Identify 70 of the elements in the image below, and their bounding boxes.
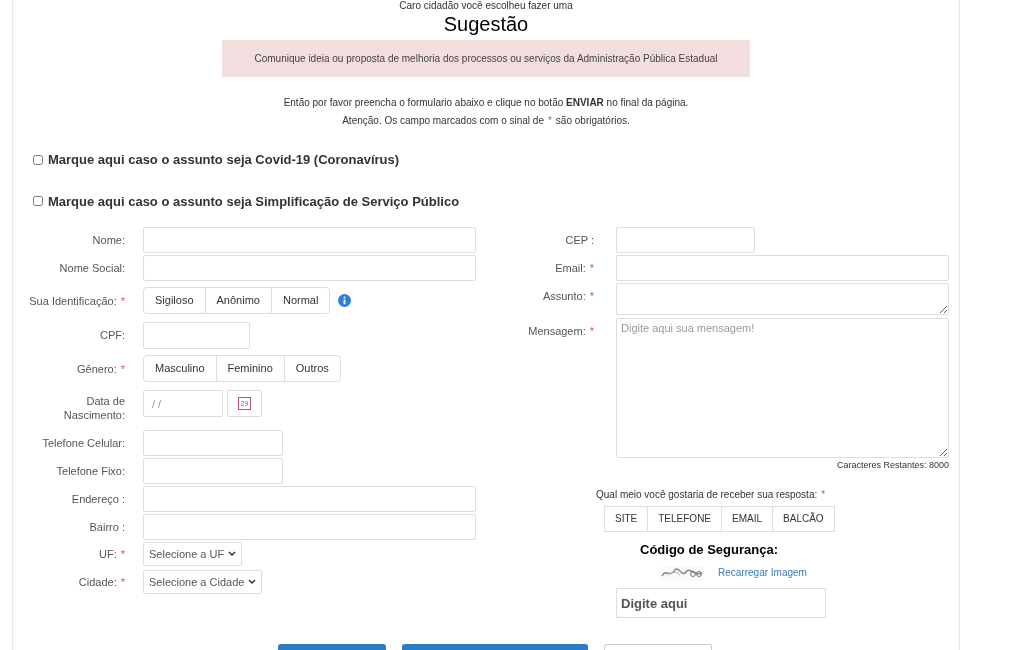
required-asterisk: *: [120, 575, 125, 589]
toggle-option[interactable]: Feminino: [215, 355, 285, 382]
action-button[interactable]: [604, 644, 712, 650]
reload-image-link[interactable]: Recarregar Imagem: [718, 565, 807, 580]
field-label: Gênero:: [76, 361, 117, 376]
required-asterisk: *: [120, 361, 125, 376]
field-label: Cidade:: [78, 575, 117, 589]
date-field[interactable]: / /: [143, 390, 223, 417]
required-asterisk: *: [547, 114, 552, 128]
reply-option[interactable]: EMAIL: [721, 505, 774, 532]
text-field[interactable]: [143, 227, 476, 253]
field-label: Mensagem:: [528, 324, 586, 338]
field-label: Sua Identificação:: [29, 293, 117, 308]
text-area[interactable]: [616, 283, 949, 315]
notice-banner: Comunique ideia ou proposta de melhoria dos processos ou serviços da Administração Pública Estadual: [222, 40, 750, 77]
field-label: Email:: [555, 261, 586, 275]
characters-remaining: Caracteres Restantes: 8000: [836, 459, 949, 472]
text-field[interactable]: [616, 255, 949, 281]
reply-question: Qual meio você gostaria de receber sua resposta:: [596, 487, 818, 502]
field-label: Data de Nascimento:: [62, 394, 125, 422]
field-label: Nome:: [92, 233, 125, 247]
field-label: Assunto:: [542, 289, 586, 303]
attention-text: são obrigatórios.: [555, 114, 630, 128]
checkbox-label: Marque aqui caso o assunto seja Covid-19 (Coronavírus): [48, 151, 400, 169]
text-field[interactable]: [143, 514, 476, 540]
attention-text: Atenção. Os campo marcados com o sinal de: [342, 114, 544, 128]
toggle-option[interactable]: Normal: [270, 287, 331, 314]
toggle-option[interactable]: Sigiloso: [143, 287, 206, 314]
reply-option[interactable]: SITE: [604, 505, 649, 532]
action-button[interactable]: [402, 644, 588, 650]
checkbox[interactable]: [33, 196, 43, 207]
field-label: Endereço :: [71, 492, 125, 506]
message-field[interactable]: Digite aqui sua mensagem!: [616, 318, 949, 458]
field-label: CEP :: [565, 233, 594, 247]
field-label: Bairro :: [89, 520, 125, 534]
field-label: Telefone Fixo:: [56, 464, 125, 478]
intro-text: Caro cidadão você escolheu fazer uma: [399, 0, 573, 11]
text-field[interactable]: [616, 227, 755, 253]
reply-option[interactable]: TELEFONE: [647, 505, 723, 532]
field-label: Nome Social:: [59, 261, 125, 275]
field-label: UF:: [99, 547, 117, 561]
select-field[interactable]: Selecione a UF: [143, 542, 243, 566]
required-asterisk: *: [120, 293, 125, 308]
required-asterisk: *: [589, 289, 594, 303]
required-asterisk: *: [589, 324, 594, 338]
required-asterisk: *: [821, 487, 826, 502]
field-label: CPF:: [99, 328, 125, 342]
security-title: Código de Segurança:: [640, 540, 778, 559]
captcha-field[interactable]: Digite aqui: [616, 588, 826, 618]
field-label: Telefone Celular:: [42, 436, 125, 450]
toggle-option[interactable]: Outros: [283, 355, 341, 382]
toggle-option[interactable]: Anônimo: [204, 287, 272, 314]
text-field[interactable]: [143, 322, 250, 349]
select-field[interactable]: Selecione a Cidade: [143, 570, 263, 594]
checkbox[interactable]: [33, 154, 43, 165]
instructions-text: Então por favor preencha o formulario abaixo e clique no botão ENVIAR no final da página.: [283, 96, 689, 110]
chevron-down-icon: [248, 579, 257, 585]
toggle-option[interactable]: Masculino: [143, 355, 217, 382]
text-field[interactable]: [143, 486, 476, 512]
required-asterisk: *: [120, 547, 125, 561]
text-field[interactable]: [143, 458, 283, 484]
required-asterisk: *: [589, 261, 594, 275]
text-field[interactable]: [143, 430, 283, 456]
action-button[interactable]: [278, 644, 386, 650]
text-field[interactable]: [143, 255, 476, 281]
chevron-down-icon: [228, 551, 237, 557]
page-title: Sugestão: [443, 12, 529, 36]
info-icon[interactable]: [338, 294, 352, 307]
checkbox-label: Marque aqui caso o assunto seja Simplificação de Serviço Público: [48, 192, 460, 211]
reply-option[interactable]: BALCÃO: [772, 505, 835, 532]
